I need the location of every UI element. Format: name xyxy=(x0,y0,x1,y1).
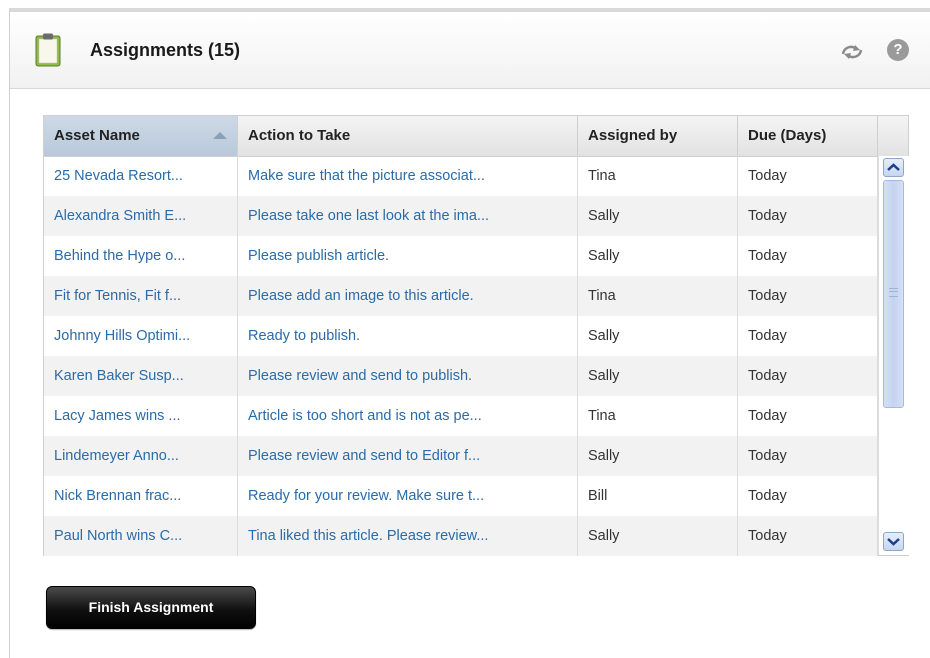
table-row[interactable]: 25 Nevada Resort... Make sure that the p… xyxy=(44,156,878,196)
column-header-assigned-by[interactable]: Assigned by xyxy=(578,116,738,156)
action-link[interactable]: Please add an image to this article. xyxy=(238,276,578,316)
refresh-icon[interactable] xyxy=(840,42,864,62)
scroll-thumb[interactable] xyxy=(883,180,904,408)
action-link[interactable]: Please review and send to publish. xyxy=(238,356,578,396)
due-cell: Today xyxy=(738,356,878,396)
table-row[interactable]: Behind the Hype o... Please publish arti… xyxy=(44,236,878,276)
due-cell: Today xyxy=(738,436,878,476)
column-header-due[interactable]: Due (Days) xyxy=(738,116,878,156)
table-row[interactable]: Johnny Hills Optimi... Ready to publish.… xyxy=(44,316,878,356)
asset-name-link[interactable]: Alexandra Smith E... xyxy=(44,196,238,236)
table-row[interactable]: Lindemeyer Anno... Please review and sen… xyxy=(44,436,878,476)
panel-header: Assignments (15) ? xyxy=(10,12,930,89)
action-link[interactable]: Please take one last look at the ima... xyxy=(238,196,578,236)
asset-name-link[interactable]: Nick Brennan frac... xyxy=(44,476,238,516)
assigned-by-cell: Tina xyxy=(578,396,738,436)
due-cell: Today xyxy=(738,276,878,316)
due-cell: Today xyxy=(738,396,878,436)
chevron-down-icon xyxy=(887,538,900,546)
asset-name-link[interactable]: Lindemeyer Anno... xyxy=(44,436,238,476)
table-row[interactable]: Paul North wins C... Tina liked this art… xyxy=(44,516,878,556)
asset-name-link[interactable]: Lacy James wins ... xyxy=(44,396,238,436)
assigned-by-cell: Tina xyxy=(578,276,738,316)
table-row[interactable]: Karen Baker Susp... Please review and se… xyxy=(44,356,878,396)
column-header-asset-name[interactable]: Asset Name xyxy=(44,116,238,156)
action-link[interactable]: Make sure that the picture associat... xyxy=(238,156,578,196)
column-header-label: Due (Days) xyxy=(748,127,827,144)
action-link[interactable]: Please publish article. xyxy=(238,236,578,276)
action-link[interactable]: Article is too short and is not as pe... xyxy=(238,396,578,436)
asset-name-link[interactable]: 25 Nevada Resort... xyxy=(44,156,238,196)
asset-name-link[interactable]: Behind the Hype o... xyxy=(44,236,238,276)
assignments-panel: Assignments (15) ? Asset Name Action to … xyxy=(9,8,930,658)
assigned-by-cell: Tina xyxy=(578,156,738,196)
column-header-label: Asset Name xyxy=(54,127,140,144)
column-header-action[interactable]: Action to Take xyxy=(238,116,578,156)
action-link[interactable]: Ready for your review. Make sure t... xyxy=(238,476,578,516)
due-cell: Today xyxy=(738,236,878,276)
assigned-by-cell: Sally xyxy=(578,356,738,396)
due-cell: Today xyxy=(738,196,878,236)
vertical-scrollbar[interactable] xyxy=(878,156,909,555)
table-row[interactable]: Lacy James wins ... Article is too short… xyxy=(44,396,878,436)
due-cell: Today xyxy=(738,316,878,356)
assignments-grid: Asset Name Action to Take Assigned by Du… xyxy=(43,115,909,556)
scroll-up-button[interactable] xyxy=(883,158,904,177)
table-row[interactable]: Nick Brennan frac... Ready for your revi… xyxy=(44,476,878,516)
clipboard-icon xyxy=(35,33,61,67)
help-icon[interactable]: ? xyxy=(887,39,909,61)
table-row[interactable]: Fit for Tennis, Fit f... Please add an i… xyxy=(44,276,878,316)
assigned-by-cell: Sally xyxy=(578,436,738,476)
grid-rows: 25 Nevada Resort... Make sure that the p… xyxy=(44,156,878,556)
assigned-by-cell: Sally xyxy=(578,236,738,276)
action-link[interactable]: Tina liked this article. Please review..… xyxy=(238,516,578,556)
action-link[interactable]: Ready to publish. xyxy=(238,316,578,356)
assigned-by-cell: Sally xyxy=(578,196,738,236)
assigned-by-cell: Sally xyxy=(578,516,738,556)
assigned-by-cell: Sally xyxy=(578,316,738,356)
due-cell: Today xyxy=(738,156,878,196)
action-link[interactable]: Please review and send to Editor f... xyxy=(238,436,578,476)
asset-name-link[interactable]: Karen Baker Susp... xyxy=(44,356,238,396)
column-header-label: Action to Take xyxy=(248,127,351,144)
sort-ascending-icon xyxy=(213,132,227,139)
grip-icon xyxy=(889,288,898,297)
asset-name-link[interactable]: Johnny Hills Optimi... xyxy=(44,316,238,356)
chevron-up-icon xyxy=(887,163,900,171)
due-cell: Today xyxy=(738,516,878,556)
table-row[interactable]: Alexandra Smith E... Please take one las… xyxy=(44,196,878,236)
asset-name-link[interactable]: Paul North wins C... xyxy=(44,516,238,556)
column-header-label: Assigned by xyxy=(588,127,678,144)
panel-title: Assignments (15) xyxy=(90,40,241,60)
grid-header-row: Asset Name Action to Take Assigned by Du… xyxy=(44,116,908,157)
finish-assignment-button[interactable]: Finish Assignment xyxy=(46,586,256,629)
scroll-down-button[interactable] xyxy=(883,532,904,551)
asset-name-link[interactable]: Fit for Tennis, Fit f... xyxy=(44,276,238,316)
assigned-by-cell: Bill xyxy=(578,476,738,516)
due-cell: Today xyxy=(738,476,878,516)
